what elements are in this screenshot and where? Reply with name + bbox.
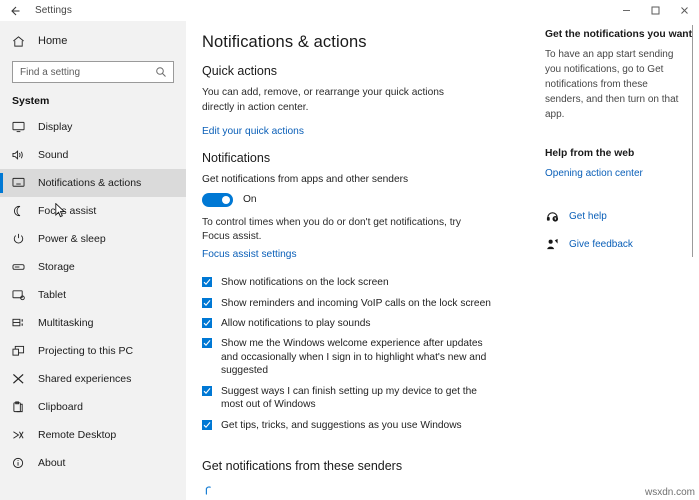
sidebar-item-shared-experiences-label: Shared experiences [38, 373, 132, 385]
checkbox-label: Suggest ways I can finish setting up my … [221, 385, 477, 411]
headset-icon [545, 209, 559, 223]
checkbox-label: Show reminders and incoming VoIP calls o… [221, 297, 491, 309]
focus-assist-note: To control times when you do or don't ge… [202, 216, 462, 242]
sidebar-item-sound[interactable]: Sound [0, 141, 186, 169]
window-title: Settings [35, 5, 72, 16]
sidebar-item-home-label: Home [38, 35, 68, 47]
rail-heading-help-from-web: Help from the web [545, 148, 635, 159]
close-button[interactable] [670, 0, 699, 21]
quick-actions-description: You can add, remove, or rearrange your q… [202, 87, 444, 113]
title-bar: Settings [0, 0, 699, 21]
notifications-toggle[interactable] [202, 192, 233, 207]
sidebar-nav: Display Sound Notifications & actions Fo… [0, 113, 186, 477]
sidebar-item-about[interactable]: About [0, 449, 186, 477]
share-icon [12, 372, 29, 386]
power-icon [12, 232, 29, 246]
sidebar-item-clipboard-label: Clipboard [38, 401, 83, 413]
give-feedback-action[interactable]: Give feedback [537, 237, 699, 251]
sidebar-item-clipboard[interactable]: Clipboard [0, 393, 186, 421]
minimize-button[interactable] [612, 0, 641, 21]
info-icon [12, 456, 29, 470]
watermark: wsxdn.com [644, 487, 695, 498]
sidebar-item-power-sleep[interactable]: Power & sleep [0, 225, 186, 253]
notification-icon [12, 176, 29, 190]
sidebar-group-title: System [12, 95, 50, 107]
sidebar-item-about-label: About [38, 457, 66, 469]
vertical-scrollbar[interactable] [692, 25, 693, 257]
sidebar-item-notifications-actions-label: Notifications & actions [38, 177, 142, 189]
get-help-label: Get help [569, 210, 607, 222]
home-icon [12, 35, 30, 48]
checkbox-suggest-finish-setup[interactable] [202, 385, 212, 396]
remote-desktop-icon [12, 428, 29, 442]
sidebar-item-sound-label: Sound [38, 149, 69, 161]
sidebar-item-projecting-to-this-pc-label: Projecting to this PC [38, 345, 134, 357]
sidebar-item-display-label: Display [38, 121, 73, 133]
clipboard-icon [12, 400, 29, 414]
sidebar-item-shared-experiences[interactable]: Shared experiences [0, 365, 186, 393]
rail-paragraph: To have an app start sending you notific… [545, 49, 679, 120]
back-button[interactable] [0, 0, 30, 21]
multitask-icon [12, 316, 29, 330]
tablet-icon [12, 288, 29, 302]
sidebar-item-storage[interactable]: Storage [0, 253, 186, 281]
get-help-action[interactable]: Get help [537, 209, 699, 223]
sidebar-item-display[interactable]: Display [0, 113, 186, 141]
rail-heading-get-notifications: Get the notifications you want [545, 29, 693, 40]
search-box[interactable] [12, 61, 174, 83]
sidebar: Home System [0, 21, 186, 500]
checkbox-label: Show notifications on the lock screen [221, 277, 389, 289]
checkbox-label: Allow notifications to play sounds [221, 318, 371, 330]
give-feedback-label: Give feedback [569, 238, 633, 250]
search-container [0, 55, 186, 83]
checkbox-label: Get tips, tricks, and suggestions as you… [221, 419, 462, 431]
project-icon [12, 344, 29, 358]
feedback-icon [545, 237, 559, 251]
sidebar-item-focus-assist[interactable]: Focus assist [0, 197, 186, 225]
sidebar-item-focus-assist-label: Focus assist [38, 205, 97, 217]
checkbox-show-notifications-lock-screen[interactable] [202, 277, 212, 288]
toggle-knob [222, 195, 230, 204]
sidebar-item-remote-desktop[interactable]: Remote Desktop [0, 421, 186, 449]
sidebar-item-multitasking[interactable]: Multitasking [0, 309, 186, 337]
sidebar-item-tablet-label: Tablet [38, 289, 67, 301]
sidebar-item-projecting-to-this-pc[interactable]: Projecting to this PC [0, 337, 186, 365]
moon-icon [12, 204, 29, 218]
sidebar-item-notifications-actions[interactable]: Notifications & actions [0, 169, 186, 197]
sidebar-item-power-sleep-label: Power & sleep [38, 233, 106, 245]
sidebar-item-storage-label: Storage [38, 261, 75, 273]
sidebar-item-remote-desktop-label: Remote Desktop [38, 429, 117, 441]
checkbox-windows-welcome-experience[interactable] [202, 338, 212, 349]
notifications-toggle-state: On [243, 194, 257, 206]
maximize-button[interactable] [641, 0, 670, 21]
monitor-icon [12, 120, 29, 134]
drive-icon [12, 260, 29, 274]
speaker-icon [12, 148, 29, 162]
search-icon [155, 65, 167, 83]
sidebar-item-multitasking-label: Multitasking [38, 317, 94, 329]
edit-quick-actions-link[interactable]: Edit your quick actions [186, 116, 304, 137]
settings-window: Settings Home Find a setting System Disp… [0, 0, 699, 500]
checkbox-show-reminders-voip[interactable] [202, 297, 212, 308]
checkbox-allow-notification-sounds[interactable] [202, 318, 212, 329]
right-rail: Get the notifications you want To have a… [537, 21, 699, 500]
sidebar-item-home[interactable]: Home [0, 27, 186, 55]
sidebar-item-tablet[interactable]: Tablet [0, 281, 186, 309]
search-input[interactable] [13, 62, 152, 82]
focus-assist-settings-link[interactable]: Focus assist settings [186, 247, 297, 260]
checkbox-label: Show me the Windows welcome experience a… [221, 338, 487, 377]
checkbox-tips-tricks-suggestions[interactable] [202, 419, 212, 430]
opening-action-center-link[interactable]: Opening action center [537, 159, 643, 179]
